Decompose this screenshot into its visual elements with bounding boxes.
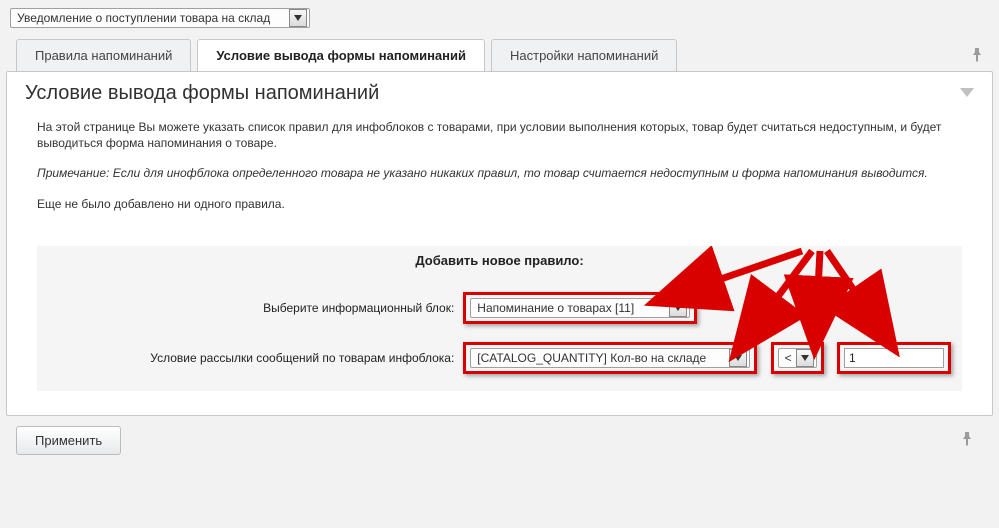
- iblock-select[interactable]: Напоминание о товарах [11]: [470, 298, 690, 318]
- apply-button-label: Применить: [35, 433, 102, 448]
- label-iblock: Выберите информационный блок:: [263, 301, 454, 315]
- description-note: Примечание: Если для инофблока определен…: [37, 165, 962, 181]
- tab-reminder-rules[interactable]: Правила напоминаний: [16, 39, 191, 72]
- operator-select[interactable]: <: [778, 348, 817, 368]
- condition-field-text: [CATALOG_QUANTITY] Кол-во на складе: [477, 350, 725, 366]
- add-rule-block: Добавить новое правило: Выберите информа…: [37, 246, 962, 392]
- condition-value-input[interactable]: [844, 348, 944, 368]
- top-profile-select[interactable]: Уведомление о поступлении товара на скла…: [10, 8, 310, 28]
- tab-label: Условие вывода формы напоминаний: [216, 48, 466, 63]
- apply-button[interactable]: Применить: [16, 426, 121, 455]
- tab-label: Правила напоминаний: [35, 48, 172, 63]
- description-line-1: На этой странице Вы можете указать списо…: [37, 119, 962, 151]
- operator-select-text: <: [785, 350, 792, 366]
- highlight-iblock: Напоминание о товарах [11]: [463, 292, 697, 324]
- collapse-icon[interactable]: [960, 86, 974, 101]
- label-condition: Условие рассылки сообщений по товарам ин…: [150, 351, 454, 365]
- tab-reminder-settings[interactable]: Настройки напоминаний: [491, 39, 677, 72]
- tab-form-conditions[interactable]: Условие вывода формы напоминаний: [197, 39, 485, 72]
- highlight-operator: <: [771, 342, 824, 374]
- panel-title: Условие вывода формы напоминаний: [25, 82, 960, 105]
- pin-icon[interactable]: [951, 426, 983, 455]
- highlight-value: [837, 342, 951, 374]
- chevron-down-icon: [669, 299, 687, 317]
- condition-field-select[interactable]: [CATALOG_QUANTITY] Кол-во на складе: [470, 348, 750, 368]
- chevron-down-icon: [289, 9, 307, 27]
- iblock-select-text: Напоминание о товарах [11]: [477, 300, 665, 316]
- chevron-down-icon: [796, 349, 814, 367]
- highlight-field: [CATALOG_QUANTITY] Кол-во на складе: [463, 342, 757, 374]
- panel-conditions: Условие вывода формы напоминаний На этой…: [6, 71, 993, 416]
- tab-label: Настройки напоминаний: [510, 48, 658, 63]
- empty-rules-note: Еще не было добавлено ни одного правила.: [37, 196, 962, 212]
- chevron-down-icon: [729, 349, 747, 367]
- pin-icon[interactable]: [961, 42, 993, 71]
- top-profile-select-text: Уведомление о поступлении товара на скла…: [17, 11, 285, 25]
- add-rule-header: Добавить новое правило:: [37, 246, 962, 276]
